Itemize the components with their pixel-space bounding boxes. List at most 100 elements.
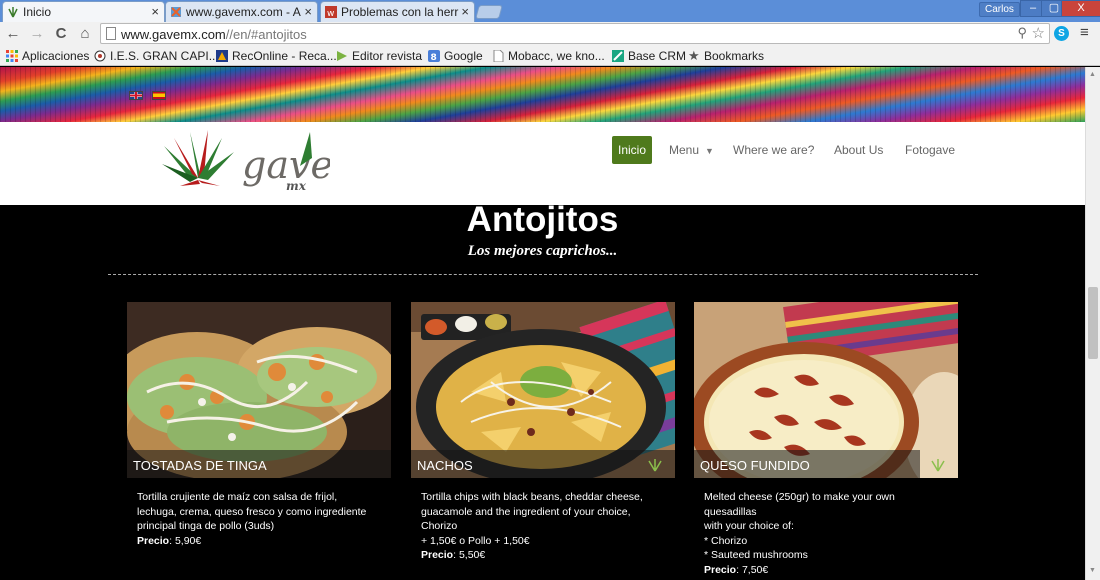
bookmark-label: Base CRM [628,49,687,63]
page-scrollbar[interactable]: ▲ ▼ [1085,67,1100,580]
bookmark-label: I.E.S. GRAN CAPI... [110,49,219,63]
agave-leaf-icon [648,459,662,472]
close-tab-icon[interactable]: × [304,4,312,19]
nav-where-we-are[interactable]: Where we are? [733,136,814,164]
tab-problemas[interactable]: w Problemas con la herr × [320,1,475,22]
bookmark-label: RecOnline - Reca... [232,49,337,63]
dish-price: Precio: 7,50€ [704,563,948,578]
dish-price: Precio: 5,90€ [137,534,381,549]
scrollbar-thumb[interactable] [1088,287,1098,359]
bookmark-bookmarks[interactable]: ★ Bookmarks [688,49,764,63]
desc-line: lechuga, crema, queso fresco y como ingr… [137,505,367,518]
desc-line: Melted cheese (250gr) to make your own q… [704,491,895,518]
svg-text:w: w [327,9,334,18]
bookmark-ies-gran-capitan[interactable]: I.E.S. GRAN CAPI... [94,49,219,63]
price-label: Precio [137,534,170,547]
tab-inicio[interactable]: Inicio × [2,1,165,22]
desc-line: + 1,50€ o Pollo + 1,50€ [421,534,530,547]
section-subtitle: Los mejores caprichos... [467,243,618,259]
agave-favicon-icon [8,7,18,18]
desc-line: * Chorizo [704,534,748,547]
browser-tab-strip: Inicio × www.gavemx.com - A × w Problema… [0,0,1100,22]
bookmark-base-crm[interactable]: Base CRM [612,49,686,63]
school-icon [94,50,106,62]
new-tab-button[interactable] [475,5,503,19]
desc-line: with your choice of: [704,520,794,532]
tab-title: Inicio [23,5,52,19]
desc-line: principal tinga de pollo (3uds) [137,520,275,532]
english-flag-icon[interactable] [129,91,143,100]
scroll-up-arrow-icon[interactable]: ▲ [1089,71,1096,78]
desc-line: Tortilla crujiente de maíz con salsa de … [137,491,338,503]
bookmark-label: Google [444,49,483,63]
bookmark-star-icon[interactable]: ☆ [1032,24,1045,42]
reconline-icon [216,50,228,62]
url-text: www.gavemx.com//en/#antojitos [121,27,307,42]
google-icon: 8 [428,50,440,62]
web-page: gave mx Inicio Menu ▼ Where we are? About… [0,67,1085,580]
bookmark-editor-revista[interactable]: Editor revista [336,49,422,63]
address-bar[interactable]: www.gavemx.com//en/#antojitos ⚲ ☆ [100,23,1050,44]
section-title: Antojitos [466,200,619,239]
zoom-icon[interactable]: ⚲ [1017,25,1027,41]
tab-title: Problemas con la herr [341,5,459,19]
dish-card: QUESO FUNDIDO Melted cheese (250gr) to m… [694,302,958,577]
dish-price: Precio: 5,50€ [421,548,665,563]
nav-menu[interactable]: Menu ▼ [669,136,714,164]
skype-extension-icon[interactable]: S [1054,26,1069,41]
crm-icon [612,50,624,62]
forward-arrow-icon[interactable]: → [28,24,46,44]
page-icon [493,50,504,62]
tab-title: www.gavemx.com - A [186,5,301,19]
dish-photo-queso-fundido[interactable]: QUESO FUNDIDO [694,302,958,478]
svg-text:8: 8 [431,53,437,62]
url-path: //en/#antojitos [225,27,307,42]
price-value: : 7,50€ [736,563,769,576]
dish-name: NACHOS [411,450,675,478]
close-tab-icon[interactable]: × [151,4,159,19]
dish-card: TOSTADAS DE TINGA Tortilla crujiente de … [127,302,391,548]
home-icon[interactable]: ⌂ [76,24,94,44]
close-tab-icon[interactable]: × [461,4,469,19]
spanish-flag-icon[interactable] [152,91,166,100]
tab-gavemx[interactable]: www.gavemx.com - A × [165,1,318,22]
bookmark-aplicaciones[interactable]: Aplicaciones [6,49,89,63]
dish-name: QUESO FUNDIDO [694,450,920,478]
dish-photo-tostadas[interactable]: TOSTADAS DE TINGA [127,302,391,478]
site-header: gave mx Inicio Menu ▼ Where we are? About… [0,122,1085,205]
bookmark-google[interactable]: 8 Google [428,49,483,63]
dish-description: Tortilla chips with black beans, cheddar… [411,490,675,563]
agave-leaf-icon [931,459,945,472]
price-label: Precio [421,549,454,561]
apps-grid-icon [6,50,18,62]
page-icon [106,27,116,40]
scroll-down-arrow-icon[interactable]: ▼ [1089,567,1096,574]
dish-description: Melted cheese (250gr) to make your own q… [694,490,958,577]
desc-line: guacamole and the ingredient of your cho… [421,505,631,533]
dish-description: Tortilla crujiente de maíz con salsa de … [127,490,391,548]
bookmark-reconline[interactable]: RecOnline - Reca... [216,49,337,63]
price-label: Precio [704,563,737,576]
desc-line: * Sauteed mushrooms [704,549,808,561]
profile-user-button[interactable]: Carlos [979,2,1020,17]
price-value: : 5,50€ [453,549,486,561]
dish-photo-nachos[interactable]: NACHOS [411,302,675,478]
reload-icon[interactable]: C [52,24,70,44]
star-icon: ★ [688,48,700,63]
dashed-divider [108,274,978,275]
nav-about-us[interactable]: About Us [834,136,883,164]
gave-mx-logo[interactable]: gave mx [160,128,330,200]
chrome-menu-icon[interactable]: ≡ [1080,24,1089,41]
nav-inicio[interactable]: Inicio [612,136,653,164]
chevron-down-icon: ▼ [705,146,714,156]
bookmark-label: Aplicaciones [22,49,90,63]
nav-menu-label: Menu [669,143,700,157]
back-arrow-icon[interactable]: ← [4,24,22,44]
price-value: : 5,90€ [169,534,202,547]
dish-card: NACHOS Tortilla chips with black beans, … [411,302,675,563]
desc-line: Tortilla chips with black beans, cheddar… [421,491,643,503]
nav-fotogave[interactable]: Fotogave [905,136,955,164]
close-window-button[interactable]: X [1061,0,1100,17]
bookmark-mobacc[interactable]: Mobacc, we kno... [492,49,605,63]
bookmark-label: Mobacc, we kno... [508,49,605,63]
